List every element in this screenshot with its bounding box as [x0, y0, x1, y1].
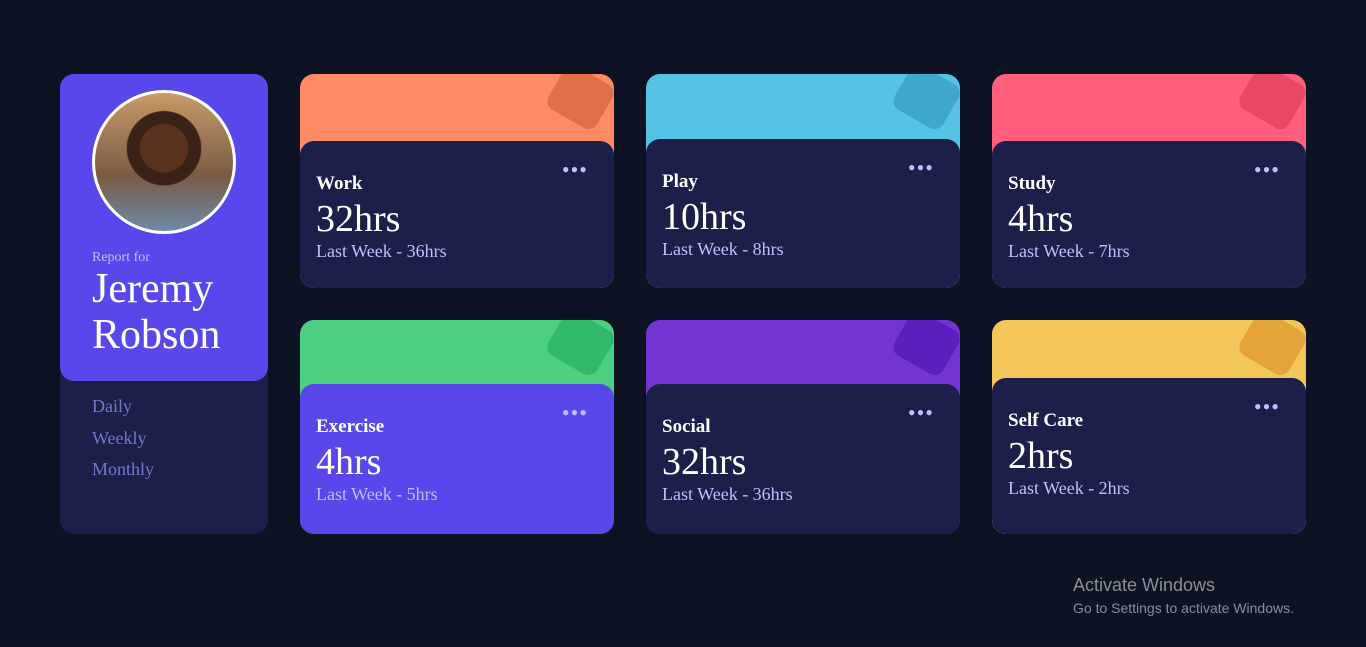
card-body: Work ••• 32hrs Last Week - 36hrs	[300, 141, 614, 288]
activate-windows-subtitle: Go to Settings to activate Windows.	[1073, 600, 1294, 616]
activity-card-play[interactable]: Play ••• 10hrs Last Week - 8hrs	[646, 74, 960, 288]
card-title: Work	[316, 173, 363, 194]
card-title: Study	[1008, 173, 1056, 194]
user-name: Jeremy Robson	[92, 266, 221, 358]
period-daily[interactable]: Daily	[92, 396, 154, 428]
avatar	[92, 90, 236, 234]
ellipsis-menu-icon[interactable]: •••	[562, 159, 588, 181]
profile-header: Report for Jeremy Robson	[60, 74, 268, 381]
previous-hours: Last Week - 8hrs	[662, 239, 784, 259]
ellipsis-menu-icon[interactable]: •••	[908, 157, 934, 179]
activate-windows-title: Activate Windows	[1073, 575, 1216, 595]
card-title: Social	[662, 416, 711, 437]
current-hours: 10hrs	[662, 196, 747, 238]
ellipsis-menu-icon[interactable]: •••	[1254, 159, 1280, 181]
card-body: Play ••• 10hrs Last Week - 8hrs	[646, 139, 960, 288]
current-hours: 2hrs	[1008, 435, 1074, 477]
previous-hours: Last Week - 36hrs	[662, 484, 793, 504]
period-selector: Daily Weekly Monthly	[92, 396, 154, 491]
report-for-label: Report for	[92, 250, 150, 265]
current-hours: 32hrs	[662, 441, 747, 483]
ellipsis-menu-icon[interactable]: •••	[908, 402, 934, 424]
card-title: Play	[662, 171, 698, 192]
card-body: Exercise ••• 4hrs Last Week - 5hrs	[300, 384, 614, 534]
card-body: Self Care ••• 2hrs Last Week - 2hrs	[992, 378, 1306, 534]
gamepad-icon	[893, 74, 960, 130]
previous-hours: Last Week - 2hrs	[1008, 478, 1130, 498]
activity-card-study[interactable]: Study ••• 4hrs Last Week - 7hrs	[992, 74, 1306, 288]
card-title: Self Care	[1008, 410, 1084, 431]
card-body: Study ••• 4hrs Last Week - 7hrs	[992, 141, 1306, 288]
activity-card-social[interactable]: Social ••• 32hrs Last Week - 36hrs	[646, 320, 960, 534]
activity-card-work[interactable]: Work ••• 32hrs Last Week - 36hrs	[300, 74, 614, 288]
activity-card-self-care[interactable]: Self Care ••• 2hrs Last Week - 2hrs	[992, 320, 1306, 534]
profile-card: Report for Jeremy Robson Daily Weekly Mo…	[60, 74, 268, 534]
ellipsis-menu-icon[interactable]: •••	[1254, 396, 1280, 418]
current-hours: 4hrs	[316, 441, 382, 483]
briefcase-icon	[547, 74, 614, 130]
period-monthly[interactable]: Monthly	[92, 459, 154, 491]
previous-hours: Last Week - 5hrs	[316, 484, 438, 504]
activity-card-exercise[interactable]: Exercise ••• 4hrs Last Week - 5hrs	[300, 320, 614, 534]
period-weekly[interactable]: Weekly	[92, 428, 154, 460]
previous-hours: Last Week - 36hrs	[316, 241, 447, 261]
current-hours: 32hrs	[316, 198, 401, 240]
running-icon	[547, 320, 614, 376]
card-title: Exercise	[316, 416, 385, 437]
ellipsis-menu-icon[interactable]: •••	[562, 402, 588, 424]
books-icon	[1239, 74, 1306, 130]
current-hours: 4hrs	[1008, 198, 1074, 240]
card-body: Social ••• 32hrs Last Week - 36hrs	[646, 384, 960, 534]
chat-bubbles-icon	[893, 320, 960, 376]
previous-hours: Last Week - 7hrs	[1008, 241, 1130, 261]
